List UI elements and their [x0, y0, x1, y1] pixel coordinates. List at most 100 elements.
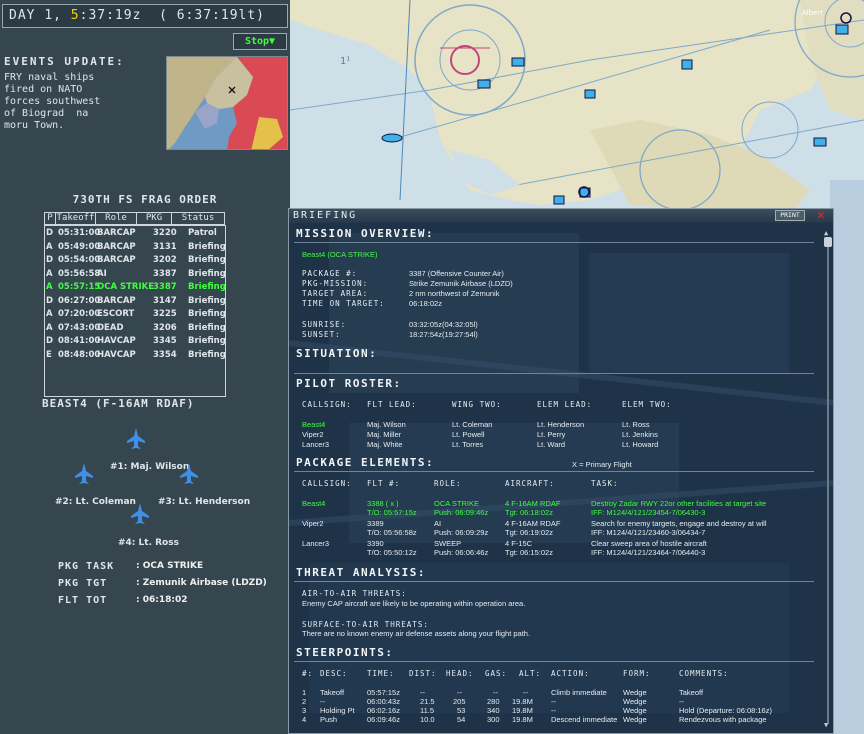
- steer-col-form: Form:: [623, 669, 651, 678]
- steer-form: Wedge: [623, 715, 647, 724]
- divider: [294, 471, 814, 472]
- frag-cell-role: BARCAP: [97, 241, 136, 252]
- roster-callsign: Lancer3: [302, 440, 330, 449]
- steer-dist: 21.5: [420, 697, 435, 706]
- roster-title: Pilot Roster:: [296, 377, 402, 390]
- frag-cell-pkg: 3387: [153, 282, 177, 292]
- steer-time: 06:00:43z: [367, 697, 400, 706]
- element-task: Clear sweep area of hostile aircraft: [591, 539, 707, 548]
- steer-head: --: [457, 688, 462, 697]
- mission-clock: Day 1, 5:37:19z ( 6:37:19lt): [2, 4, 288, 28]
- frag-cell-takeoff: 05:57:15: [58, 282, 101, 292]
- map-grid-label: 1¹: [340, 56, 350, 67]
- steer-desc: Takeoff: [320, 688, 345, 697]
- roster-elem-two: Lt. Jenkins: [622, 430, 658, 439]
- steer-dist: 11.5: [420, 706, 435, 715]
- frag-order-list[interactable]: D 05:31:00 BARCAP 3220 Patrol A 05:49:00…: [44, 225, 226, 397]
- elem-col-flt: Flt #:: [367, 479, 401, 488]
- clock-hour: 5: [70, 8, 80, 23]
- briefing-titlebar[interactable]: Briefing PRINT ✕: [289, 209, 833, 223]
- briefing-scrollbar[interactable]: ▲ ▼: [824, 229, 832, 729]
- element-role: SWEEP: [434, 539, 462, 548]
- element-iff: IFF: M124/4/121/23454-7/06430-3: [591, 508, 706, 517]
- left-panel: Day 1, 5:37:19z ( 6:37:19lt) Stop▼ Event…: [0, 0, 290, 734]
- map-label-right: Albert: [802, 9, 823, 17]
- overview-title: Mission Overview:: [296, 227, 435, 240]
- frag-col-role[interactable]: Role: [95, 212, 137, 225]
- steer-desc: --: [320, 697, 325, 706]
- frag-cell-takeoff: 05:49:00: [58, 241, 101, 252]
- roster-wing: Lt. Powell: [452, 430, 485, 439]
- frag-cell-role: BARCAP: [97, 255, 136, 265]
- sam-threat-text: There are no known enemy air defense ass…: [302, 629, 531, 638]
- roster-elem-two: Lt. Howard: [622, 440, 659, 449]
- close-icon[interactable]: ✕: [817, 209, 825, 223]
- steer-n: 3: [302, 706, 307, 715]
- element-tgt: Tgt: 06:18:02z: [505, 508, 553, 517]
- roster-col-elem-lead: Elem Lead:: [537, 400, 593, 409]
- roster-lead: Maj. Wilson: [367, 420, 406, 429]
- element-tgt: Tgt: 06:15:02z: [505, 548, 553, 557]
- element-flt: 3389: [367, 519, 384, 528]
- flt-tot-label: Flt TOT: [58, 595, 108, 606]
- steer-head: 54: [457, 715, 466, 724]
- time-stop-button[interactable]: Stop▼: [233, 33, 287, 50]
- tot-value: 06:18:02z: [409, 299, 442, 308]
- frag-cell-role: AI: [97, 268, 107, 279]
- jet-lead-icon[interactable]: [127, 428, 145, 450]
- frag-cell-pkg: 3220: [153, 228, 177, 238]
- overview-flight-name: Beast4 (OCA STRIKE): [302, 250, 378, 259]
- element-to: T/O: 05:57:15z: [367, 508, 417, 517]
- element-push: Push: 06:09:46z: [434, 508, 489, 517]
- steer-action: --: [551, 697, 556, 706]
- threat-title: Threat Analysis:: [296, 566, 426, 579]
- pilot-4-label: #4: Lt. Ross: [118, 538, 179, 548]
- elem-col-task: Task:: [591, 479, 619, 488]
- briefing-window[interactable]: Briefing PRINT ✕ ▲ ▼ Mission Overview: B…: [288, 208, 834, 734]
- steer-head: 205: [453, 697, 466, 706]
- frag-cell-p: A: [46, 282, 53, 292]
- flight-title: Beast4 (F-16AM RDAF): [42, 397, 195, 410]
- element-task: Search for enemy targets, engage and des…: [591, 519, 767, 528]
- situation-title: Situation:: [296, 347, 378, 360]
- sam-threat-label: Surface-to-Air Threats:: [302, 620, 429, 629]
- frag-cell-status: Briefing: [188, 309, 226, 319]
- element-callsign: Viper2: [302, 519, 324, 528]
- frag-col-pkg[interactable]: PKG: [136, 212, 172, 225]
- frag-cell-role: OCA STRIKE: [97, 282, 155, 292]
- frag-col-takeoff[interactable]: Takeoff: [55, 212, 96, 225]
- jet-elem-lead-icon[interactable]: [180, 463, 198, 485]
- pkg-tgt-label: Pkg TGT: [58, 578, 108, 589]
- frag-col-status[interactable]: Status: [171, 212, 225, 225]
- frag-cell-takeoff: 05:54:00: [58, 255, 101, 265]
- pilot-1-label: #1: Maj. Wilson: [110, 462, 190, 472]
- events-minimap[interactable]: [166, 56, 288, 150]
- roster-elem-lead: Lt. Henderson: [537, 420, 585, 429]
- frag-cell-role: ESCORT: [97, 309, 135, 319]
- element-aircraft: 4 F-15C: [505, 539, 533, 548]
- minimap-graphic: [167, 57, 287, 149]
- jet-elem-two-icon[interactable]: [131, 503, 149, 525]
- frag-cell-status: Briefing: [188, 349, 226, 360]
- target-area-value: 2 nm northwest of Zemunik: [409, 289, 500, 298]
- frag-cell-status: Briefing: [188, 322, 226, 333]
- steer-dist: --: [420, 688, 425, 697]
- jet-wing-icon[interactable]: [75, 463, 93, 485]
- events-title: Events Update:: [4, 55, 125, 68]
- scroll-thumb[interactable]: [824, 237, 832, 247]
- scroll-down-icon[interactable]: ▼: [824, 721, 828, 729]
- steer-gas: --: [493, 688, 498, 697]
- pkg-tgt-value: : Zemunik Airbase (LDZD): [136, 578, 267, 588]
- frag-cell-p: D: [46, 336, 54, 346]
- element-callsign: Lancer3: [302, 539, 330, 548]
- roster-lead: Maj. Miller: [367, 430, 402, 439]
- clock-time: :37:19z: [79, 8, 142, 23]
- frag-cell-p: A: [46, 322, 53, 333]
- element-push: Push: 06:06:46z: [434, 548, 489, 557]
- scroll-up-icon[interactable]: ▲: [824, 229, 828, 237]
- elem-col-callsign: Callsign:: [302, 479, 352, 488]
- scroll-track[interactable]: [827, 239, 829, 724]
- print-button[interactable]: PRINT: [775, 210, 805, 221]
- steer-head: 53: [457, 706, 466, 715]
- frag-cell-pkg: 3206: [153, 322, 177, 333]
